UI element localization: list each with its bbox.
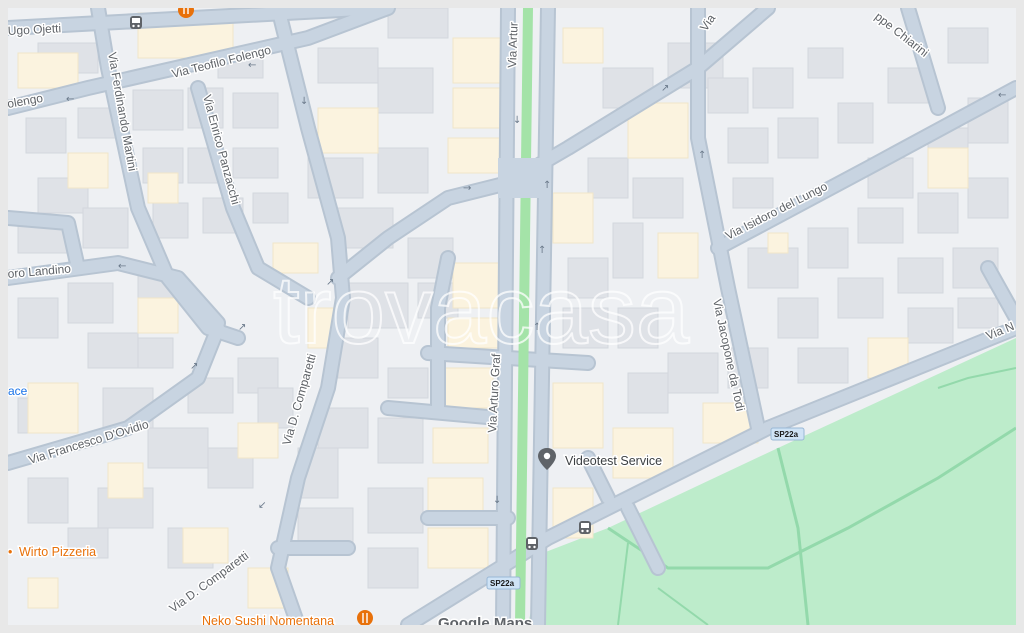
svg-text:↓: ↓: [493, 495, 501, 506]
svg-text:↗: ↗: [190, 361, 198, 372]
map-frame: ↓ ← ← ↓ ↑ ↑ ↑ ↓ ↑ ↗ → ↗ ↙ ← ↗ ↗ ← Ugo Oj…: [0, 0, 1024, 633]
svg-text:↑: ↑: [543, 180, 551, 191]
street-label-arturo-graf-top: Via Artur: [505, 22, 521, 68]
bus-stop-icon[interactable]: [130, 16, 142, 29]
svg-text:←: ←: [66, 94, 74, 105]
svg-text:↙: ↙: [258, 500, 266, 511]
svg-text:↓: ↓: [513, 115, 521, 126]
svg-text:↗: ↗: [238, 322, 246, 333]
poi-wirto[interactable]: • Wirto Pizzeria: [8, 544, 98, 561]
watermark-text: trovacasa: [273, 257, 690, 364]
svg-text:↗: ↗: [661, 83, 669, 94]
map-viewport[interactable]: ↓ ← ← ↓ ↑ ↑ ↑ ↓ ↑ ↗ → ↗ ↙ ← ↗ ↗ ← Ugo Oj…: [8, 8, 1016, 625]
bus-stop-icon[interactable]: [579, 521, 591, 534]
svg-text:←: ←: [998, 90, 1006, 101]
svg-text:SP22a: SP22a: [774, 430, 799, 439]
bus-stop-icon[interactable]: [526, 537, 538, 550]
poi-label-neko: Neko Sushi Nomentana: [202, 614, 334, 625]
poi-label-wirto-marker: •: [8, 545, 12, 559]
map-attribution: Google Maps: [438, 615, 532, 625]
svg-text:↑: ↑: [698, 150, 706, 161]
svg-text:→: →: [463, 183, 471, 194]
svg-text:←: ←: [118, 261, 126, 272]
street-label-ugo-ojetti: Ugo Ojetti: [8, 21, 61, 38]
svg-text:SP22a: SP22a: [490, 579, 515, 588]
poi-label-videotest: Videotest Service: [565, 454, 662, 468]
map-canvas[interactable]: ↓ ← ← ↓ ↑ ↑ ↑ ↓ ↑ ↗ → ↗ ↙ ← ↗ ↗ ← Ugo Oj…: [8, 8, 1016, 625]
street-label-ace: ace: [8, 384, 28, 398]
road-shield-lower: SP22a: [486, 576, 521, 590]
poi-neko[interactable]: Neko Sushi Nomentana: [201, 613, 336, 626]
svg-text:↑: ↑: [538, 245, 546, 256]
road-shield-upper: SP22a: [770, 427, 805, 441]
svg-text:↓: ↓: [300, 96, 308, 107]
poi-label-wirto: Wirto Pizzeria: [19, 545, 96, 559]
